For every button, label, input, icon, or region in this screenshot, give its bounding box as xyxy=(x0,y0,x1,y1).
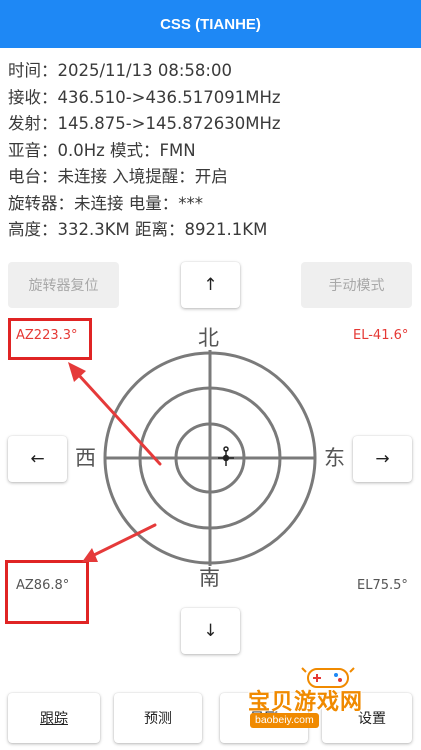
track-button[interactable]: 跟踪 xyxy=(8,693,100,743)
watermark-url: baobeiy.com xyxy=(250,713,319,728)
predict-button[interactable]: 预测 xyxy=(114,693,202,743)
watermark-text: 宝贝游戏网 xyxy=(248,690,364,715)
annotation-arrow-top xyxy=(74,370,162,466)
track-button-label: 跟踪 xyxy=(40,711,68,727)
annotation-arrow-bottom xyxy=(90,523,157,558)
annotation-arrows xyxy=(68,362,162,562)
watermark-logo: 宝贝游戏网 baobeiy.com xyxy=(240,664,415,734)
